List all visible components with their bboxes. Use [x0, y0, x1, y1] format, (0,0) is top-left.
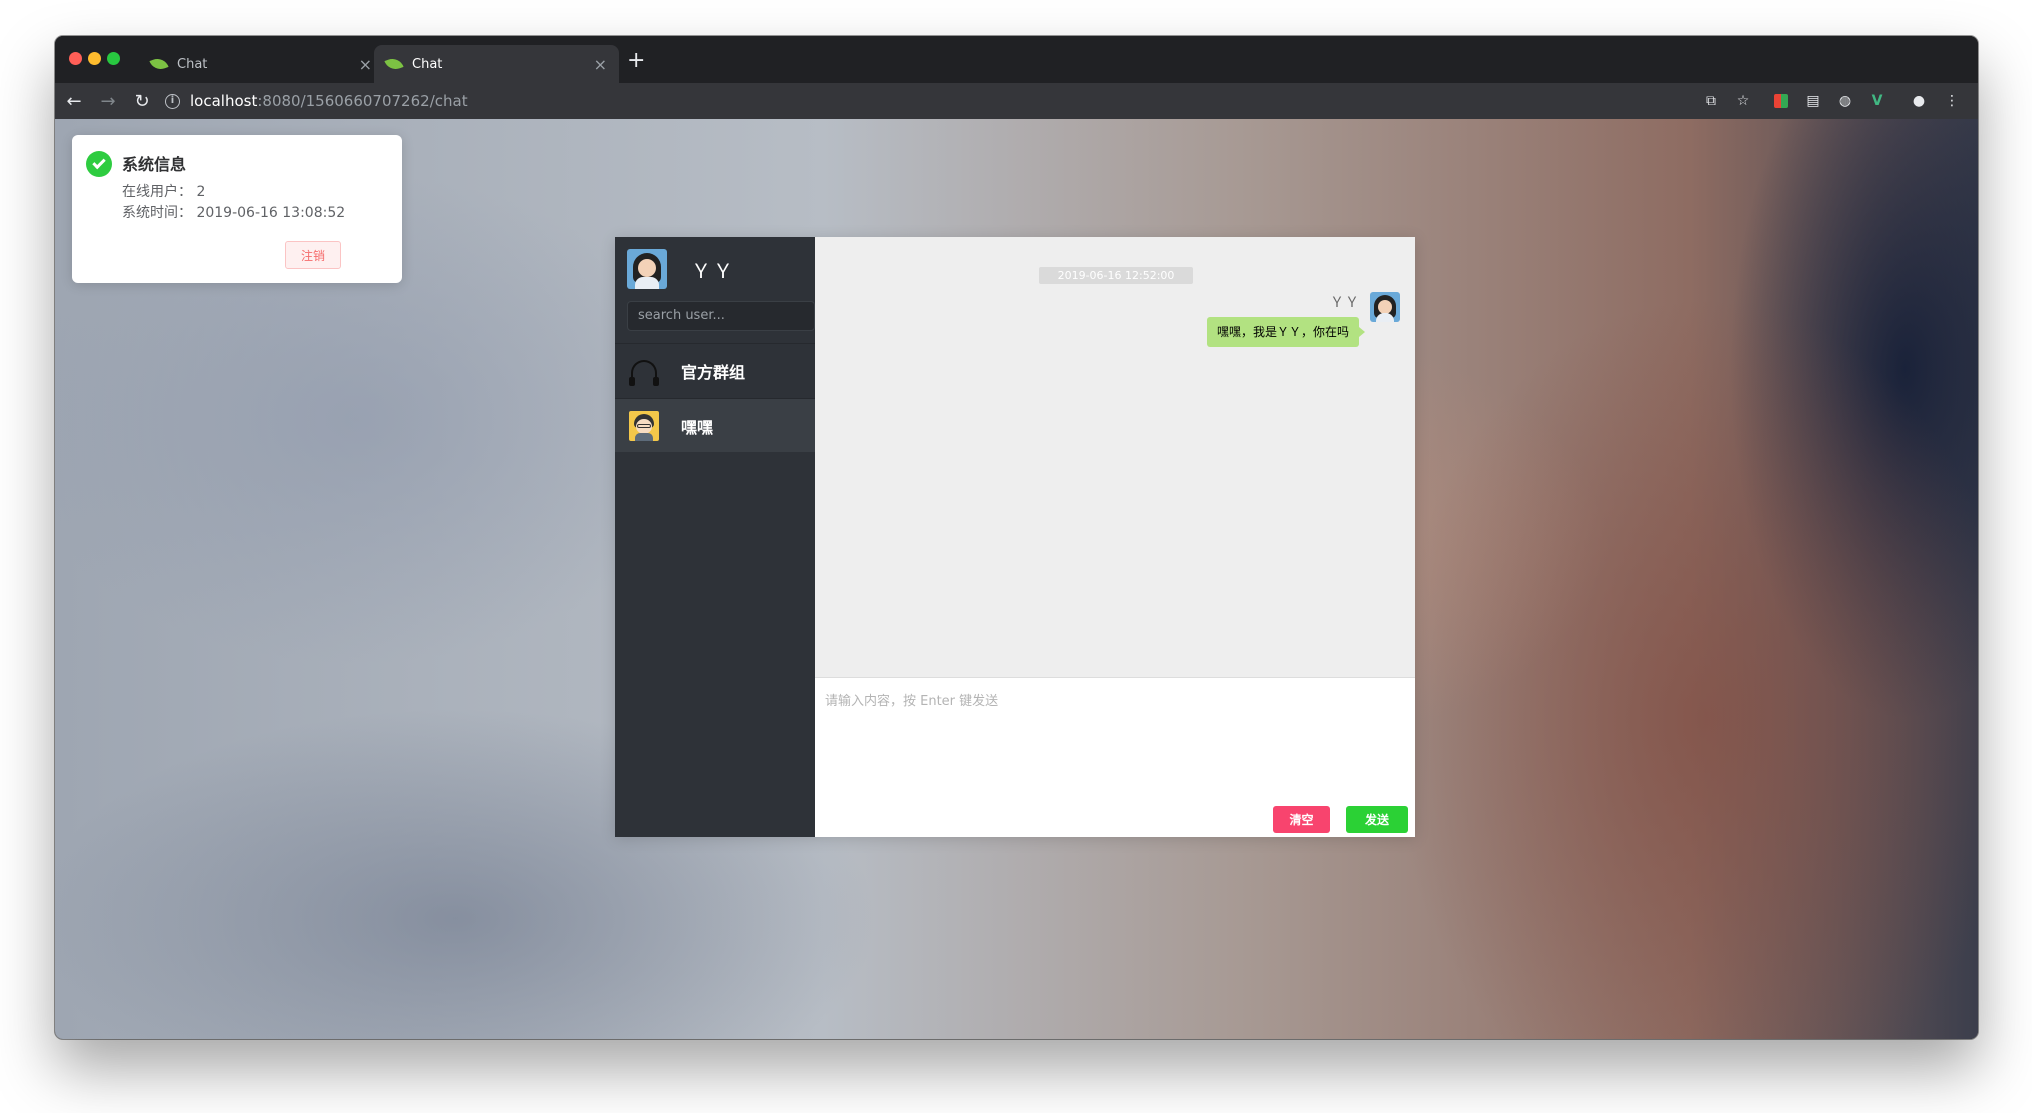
address-bar[interactable]: i localhost:8080/1560660707262/chat [165, 86, 1765, 116]
reload-icon[interactable]: ↻ [127, 91, 157, 112]
tab-chat-2[interactable]: Chat × [374, 45, 619, 83]
send-button[interactable]: 发送 [1346, 806, 1408, 833]
tab-chat-1[interactable]: Chat × [139, 45, 384, 83]
forward-icon[interactable]: → [93, 91, 123, 112]
notification-title: 系统信息 [122, 155, 187, 174]
back-icon[interactable]: ← [59, 91, 89, 112]
message-list: 2019-06-16 12:52:00 ＹＹ 嘿嘿，我是ＹＹ，你在吗 [815, 237, 1415, 677]
logout-button[interactable]: 注销 [285, 241, 341, 269]
minimize-window-button[interactable] [88, 52, 101, 65]
headset-icon [629, 356, 659, 386]
contact-name: 嘿嘿 [681, 417, 714, 437]
spring-leaf-icon [149, 55, 169, 73]
extension-globe-icon[interactable]: ◍ [1836, 92, 1854, 110]
online-users-text: 在线用户： 2 [122, 184, 206, 200]
contact-name: 官方群组 [681, 362, 746, 382]
message-input[interactable] [825, 690, 1405, 780]
profile-icon[interactable]: ● [1910, 92, 1928, 110]
browser-toolbar: ← → ↻ i localhost:8080/1560660707262/cha… [55, 83, 1978, 119]
chat-main: 2019-06-16 12:52:00 ＹＹ 嘿嘿，我是ＹＹ，你在吗 清空 发送 [815, 237, 1415, 837]
contact-official-group[interactable]: 官方群组 [615, 343, 815, 397]
tab-strip: Chat × Chat × + [55, 36, 1978, 83]
url-path: :8080/1560660707262/chat [257, 92, 468, 110]
message-avatar[interactable] [1370, 292, 1400, 322]
message-bubble: 嘿嘿，我是ＹＹ，你在吗 [1206, 317, 1366, 347]
url-host: localhost [190, 92, 258, 110]
current-user-name: ＹＹ [691, 258, 735, 283]
translate-icon[interactable]: ⧉ [1702, 92, 1720, 110]
vue-devtools-icon[interactable]: V [1868, 92, 1886, 110]
spring-leaf-icon [384, 55, 404, 73]
contact-heihei[interactable]: 嘿嘿 [615, 398, 815, 452]
success-check-icon [86, 151, 112, 177]
page-viewport: 系统信息 在线用户： 2 系统时间： 2019-06-16 13:08:52 注… [55, 119, 1978, 1039]
message-composer: 清空 发送 [815, 677, 1415, 837]
close-window-button[interactable] [69, 52, 82, 65]
menu-kebab-icon[interactable]: ⋮ [1943, 92, 1961, 110]
avatar-icon [629, 410, 659, 441]
close-tab-icon[interactable]: × [359, 55, 372, 74]
system-notification: 系统信息 在线用户： 2 系统时间： 2019-06-16 13:08:52 注… [72, 135, 402, 283]
chat-panel: ＹＹ search user... 官方群组 嘿嘿 2019-06-16 12:… [615, 237, 1415, 837]
current-user: ＹＹ [627, 249, 735, 289]
clear-button[interactable]: 清空 [1273, 806, 1330, 833]
message-timestamp: 2019-06-16 12:52:00 [1039, 267, 1193, 284]
tab-title: Chat [177, 56, 208, 72]
chat-sidebar: ＹＹ search user... 官方群组 嘿嘿 [615, 237, 815, 837]
site-info-icon[interactable]: i [165, 93, 180, 109]
extension-colorful-icon[interactable] [1772, 92, 1790, 110]
tab-title: Chat [412, 56, 443, 72]
system-time-text: 系统时间： 2019-06-16 13:08:52 [122, 205, 346, 221]
zoom-window-button[interactable] [107, 52, 120, 65]
message-sender-name: ＹＹ [1330, 295, 1360, 311]
close-tab-icon[interactable]: × [594, 55, 607, 74]
browser-window: Chat × Chat × + ← → ↻ i localhost:8080/1… [55, 36, 1978, 1039]
bookmark-star-icon[interactable]: ☆ [1734, 92, 1752, 110]
user-avatar[interactable] [627, 249, 667, 289]
new-tab-button[interactable]: + [627, 50, 645, 72]
search-user-input[interactable]: search user... [627, 301, 815, 331]
extension-list-icon[interactable]: ▤ [1804, 92, 1822, 110]
